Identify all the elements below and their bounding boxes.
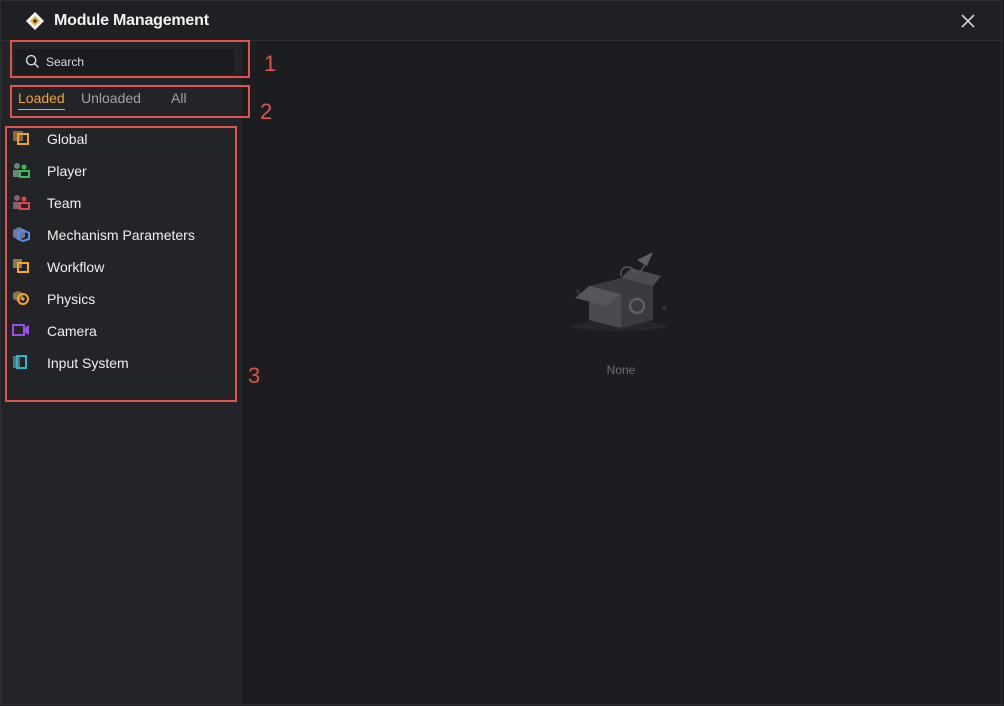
- module-label: Team: [47, 195, 82, 211]
- module-sidebar: Loaded Unloaded All Global Player: [1, 41, 242, 704]
- team-icon: [13, 195, 30, 210]
- list-item-physics[interactable]: Physics: [1, 282, 242, 314]
- module-label: Global: [47, 131, 88, 147]
- list-item-camera[interactable]: Camera: [1, 314, 242, 346]
- empty-state: × × None: [561, 246, 681, 386]
- input-system-icon: [13, 355, 27, 369]
- module-label: Physics: [47, 291, 96, 307]
- tab-loaded[interactable]: Loaded: [18, 90, 65, 110]
- list-item-player[interactable]: Player: [1, 154, 242, 186]
- annotation-number: 3: [248, 363, 261, 388]
- camera-icon: [12, 324, 29, 336]
- svg-text:×: ×: [575, 287, 582, 296]
- module-management-window: Module Management Loaded Unloaded All: [0, 0, 1002, 705]
- list-item-mechanism-parameters[interactable]: Mechanism Parameters: [1, 218, 242, 250]
- svg-text:×: ×: [661, 303, 668, 312]
- module-label: Camera: [47, 323, 97, 339]
- tab-bar: Loaded Unloaded All: [1, 87, 242, 115]
- module-label: Workflow: [47, 259, 105, 275]
- player-icon: [13, 163, 30, 178]
- module-list: Global Player Team Mechanism Parameters …: [1, 122, 242, 378]
- tab-unloaded[interactable]: Unloaded: [81, 90, 141, 109]
- module-label: Mechanism Parameters: [47, 227, 195, 243]
- module-label: Player: [47, 163, 87, 179]
- list-item-team[interactable]: Team: [1, 186, 242, 218]
- annotation-number: 1: [264, 51, 277, 76]
- list-item-workflow[interactable]: Workflow: [1, 250, 242, 282]
- window-title: Module Management: [54, 12, 209, 29]
- annotation-number: 2: [260, 99, 273, 124]
- tab-all[interactable]: All: [171, 90, 187, 109]
- search-input[interactable]: [46, 49, 226, 75]
- title-bar: Module Management: [1, 1, 1001, 41]
- module-label: Input System: [47, 355, 129, 371]
- close-icon[interactable]: [959, 12, 977, 30]
- list-item-input-system[interactable]: Input System: [1, 346, 242, 378]
- app-logo-icon: [26, 12, 44, 30]
- mechanism-icon: [13, 227, 30, 242]
- search-box[interactable]: [15, 49, 234, 75]
- empty-box-icon: × ×: [571, 252, 668, 331]
- workflow-icon: [13, 259, 29, 273]
- list-item-global[interactable]: Global: [1, 122, 242, 154]
- search-icon: [25, 54, 40, 69]
- physics-icon: [13, 291, 29, 305]
- global-icon: [13, 131, 29, 145]
- empty-state-label: None: [606, 363, 636, 377]
